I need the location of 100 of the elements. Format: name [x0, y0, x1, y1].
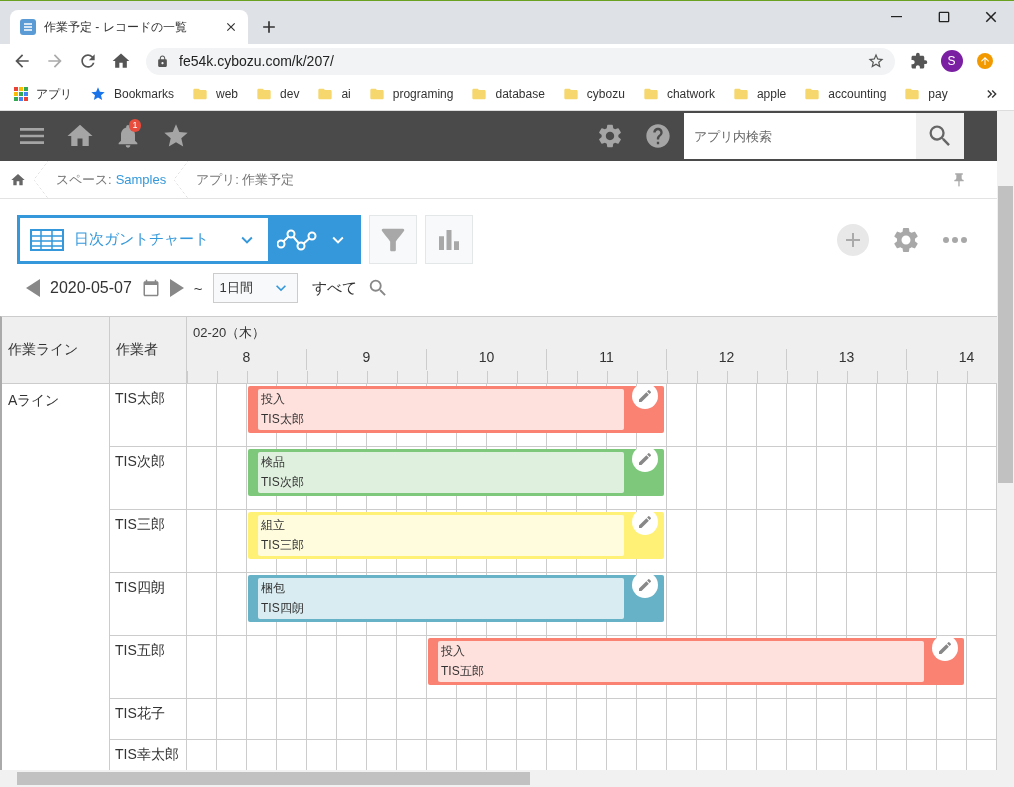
- more-icon: [943, 236, 967, 243]
- hour-header: 11: [547, 349, 667, 370]
- hour-header: 8: [187, 349, 307, 370]
- search-button[interactable]: [916, 113, 964, 159]
- table-icon: [30, 228, 64, 251]
- bookmark-link[interactable]: chatwork: [642, 86, 715, 102]
- task-bar[interactable]: 投入 TIS五郎: [428, 638, 964, 685]
- column-header: 作業ライン: [2, 317, 110, 383]
- browser-tab[interactable]: 作業予定 - レコードの一覧: [10, 10, 248, 44]
- bookmark-link[interactable]: ai: [317, 86, 351, 102]
- bookmark-link[interactable]: accounting: [804, 86, 887, 102]
- edit-button[interactable]: [632, 573, 658, 598]
- task-bar[interactable]: 梱包 TIS四朗: [248, 575, 664, 622]
- bookmark-link[interactable]: apple: [732, 86, 787, 102]
- worker-cell: TIS太郎: [110, 384, 187, 446]
- lock-icon: [156, 54, 169, 68]
- task-title: 投入: [441, 642, 466, 660]
- next-icon[interactable]: [169, 279, 184, 297]
- folder-icon: [368, 86, 385, 102]
- address-bar[interactable]: fe54k.cybozu.com/k/207/: [146, 47, 895, 75]
- bookmark-link[interactable]: programing: [368, 86, 454, 102]
- edit-button[interactable]: [632, 510, 658, 535]
- folder-icon: [904, 86, 921, 102]
- worker-cell: TIS四朗: [110, 573, 187, 635]
- tab-title: 作業予定 - レコードの一覧: [44, 18, 188, 36]
- more-button[interactable]: [943, 236, 967, 243]
- task-assignee: TIS三郎: [261, 537, 305, 555]
- star-icon: [90, 86, 106, 102]
- bookmark-link[interactable]: pay: [904, 86, 948, 102]
- search-field[interactable]: アプリ内検索: [684, 113, 916, 159]
- bookmark-link[interactable]: dev: [256, 86, 300, 102]
- date-text: 2020-05-07: [50, 279, 132, 297]
- hour-header: 10: [427, 349, 547, 370]
- update-icon: [976, 53, 993, 69]
- task-bar[interactable]: 検品 TIS次郎: [248, 449, 664, 496]
- folder-icon: [192, 86, 209, 102]
- settings-icon: [596, 122, 624, 150]
- range-separator: ~: [193, 279, 203, 297]
- notification-badge: 1: [129, 119, 141, 132]
- worker-cell: TIS花子: [110, 699, 187, 739]
- minimize-icon: [891, 16, 902, 18]
- pin-icon[interactable]: [951, 171, 967, 188]
- graph-button[interactable]: [425, 215, 473, 264]
- filter-button[interactable]: [369, 215, 417, 264]
- home-icon: [110, 51, 131, 71]
- apps-icon: [14, 87, 28, 101]
- help-icon: [644, 122, 672, 150]
- bookmark-link[interactable]: Bookmarks: [90, 86, 175, 102]
- hour-header: 13: [787, 349, 907, 370]
- calendar-icon[interactable]: [141, 279, 160, 297]
- folder-icon: [256, 86, 273, 102]
- bookmark-label: apple: [756, 87, 787, 101]
- task-bar[interactable]: 組立 TIS三郎: [248, 512, 664, 559]
- bookmark-label: Bookmarks: [114, 87, 175, 101]
- task-title: 組立: [261, 516, 286, 534]
- pencil-icon: [637, 388, 653, 404]
- folder-icon: [471, 86, 488, 102]
- task-assignee: TIS次郎: [261, 474, 305, 492]
- bookmark-label: cybozu: [586, 87, 625, 101]
- pencil-icon: [637, 577, 653, 593]
- url-text: fe54k.cybozu.com/k/207/: [179, 53, 335, 69]
- task-bar[interactable]: 投入 TIS太郎: [248, 386, 664, 433]
- bookmark-label: アプリ: [36, 85, 72, 103]
- folder-icon: [562, 86, 579, 102]
- notification-button[interactable]: 1: [104, 111, 152, 161]
- home-icon[interactable]: [10, 171, 26, 188]
- breadcrumb-label: アプリ: 作業予定: [196, 170, 295, 189]
- worker-cell: TIS次郎: [110, 447, 187, 509]
- task-title: 投入: [261, 390, 286, 408]
- bookmark-label: programing: [392, 87, 454, 101]
- bookmark-link[interactable]: アプリ: [14, 85, 72, 103]
- close-icon[interactable]: [224, 20, 238, 34]
- range-text: すべて: [311, 278, 357, 298]
- add-record-button[interactable]: [837, 223, 869, 256]
- bookmark-star-icon[interactable]: [867, 52, 885, 70]
- hour-header: 9: [307, 349, 427, 370]
- task-assignee: TIS太郎: [261, 411, 305, 429]
- task-title: 検品: [261, 453, 286, 471]
- bookmark-link[interactable]: web: [192, 86, 239, 102]
- bookmark-label: web: [216, 87, 239, 101]
- task-assignee: TIS五郎: [441, 663, 485, 681]
- edit-button[interactable]: [632, 447, 658, 472]
- worker-cell: TIS五郎: [110, 636, 187, 698]
- worker-cell: TIS三郎: [110, 510, 187, 572]
- task-title: 梱包: [261, 579, 286, 597]
- bookmark-label: accounting: [828, 87, 887, 101]
- edit-button[interactable]: [932, 636, 958, 661]
- bookmark-label: dev: [280, 87, 300, 101]
- period-select[interactable]: 1日間: [212, 273, 298, 303]
- bookmark-link[interactable]: database: [471, 86, 545, 102]
- bookmark-link[interactable]: cybozu: [562, 86, 625, 102]
- pencil-icon: [937, 640, 953, 656]
- bookmark-label: pay: [928, 87, 948, 101]
- bookmark-label: chatwork: [666, 87, 715, 101]
- app-list-icon: [20, 19, 36, 35]
- previous-icon[interactable]: [26, 279, 40, 297]
- edit-button[interactable]: [632, 384, 658, 409]
- pencil-icon: [637, 514, 653, 530]
- pencil-icon: [637, 451, 653, 467]
- task-assignee: TIS四朗: [261, 600, 305, 618]
